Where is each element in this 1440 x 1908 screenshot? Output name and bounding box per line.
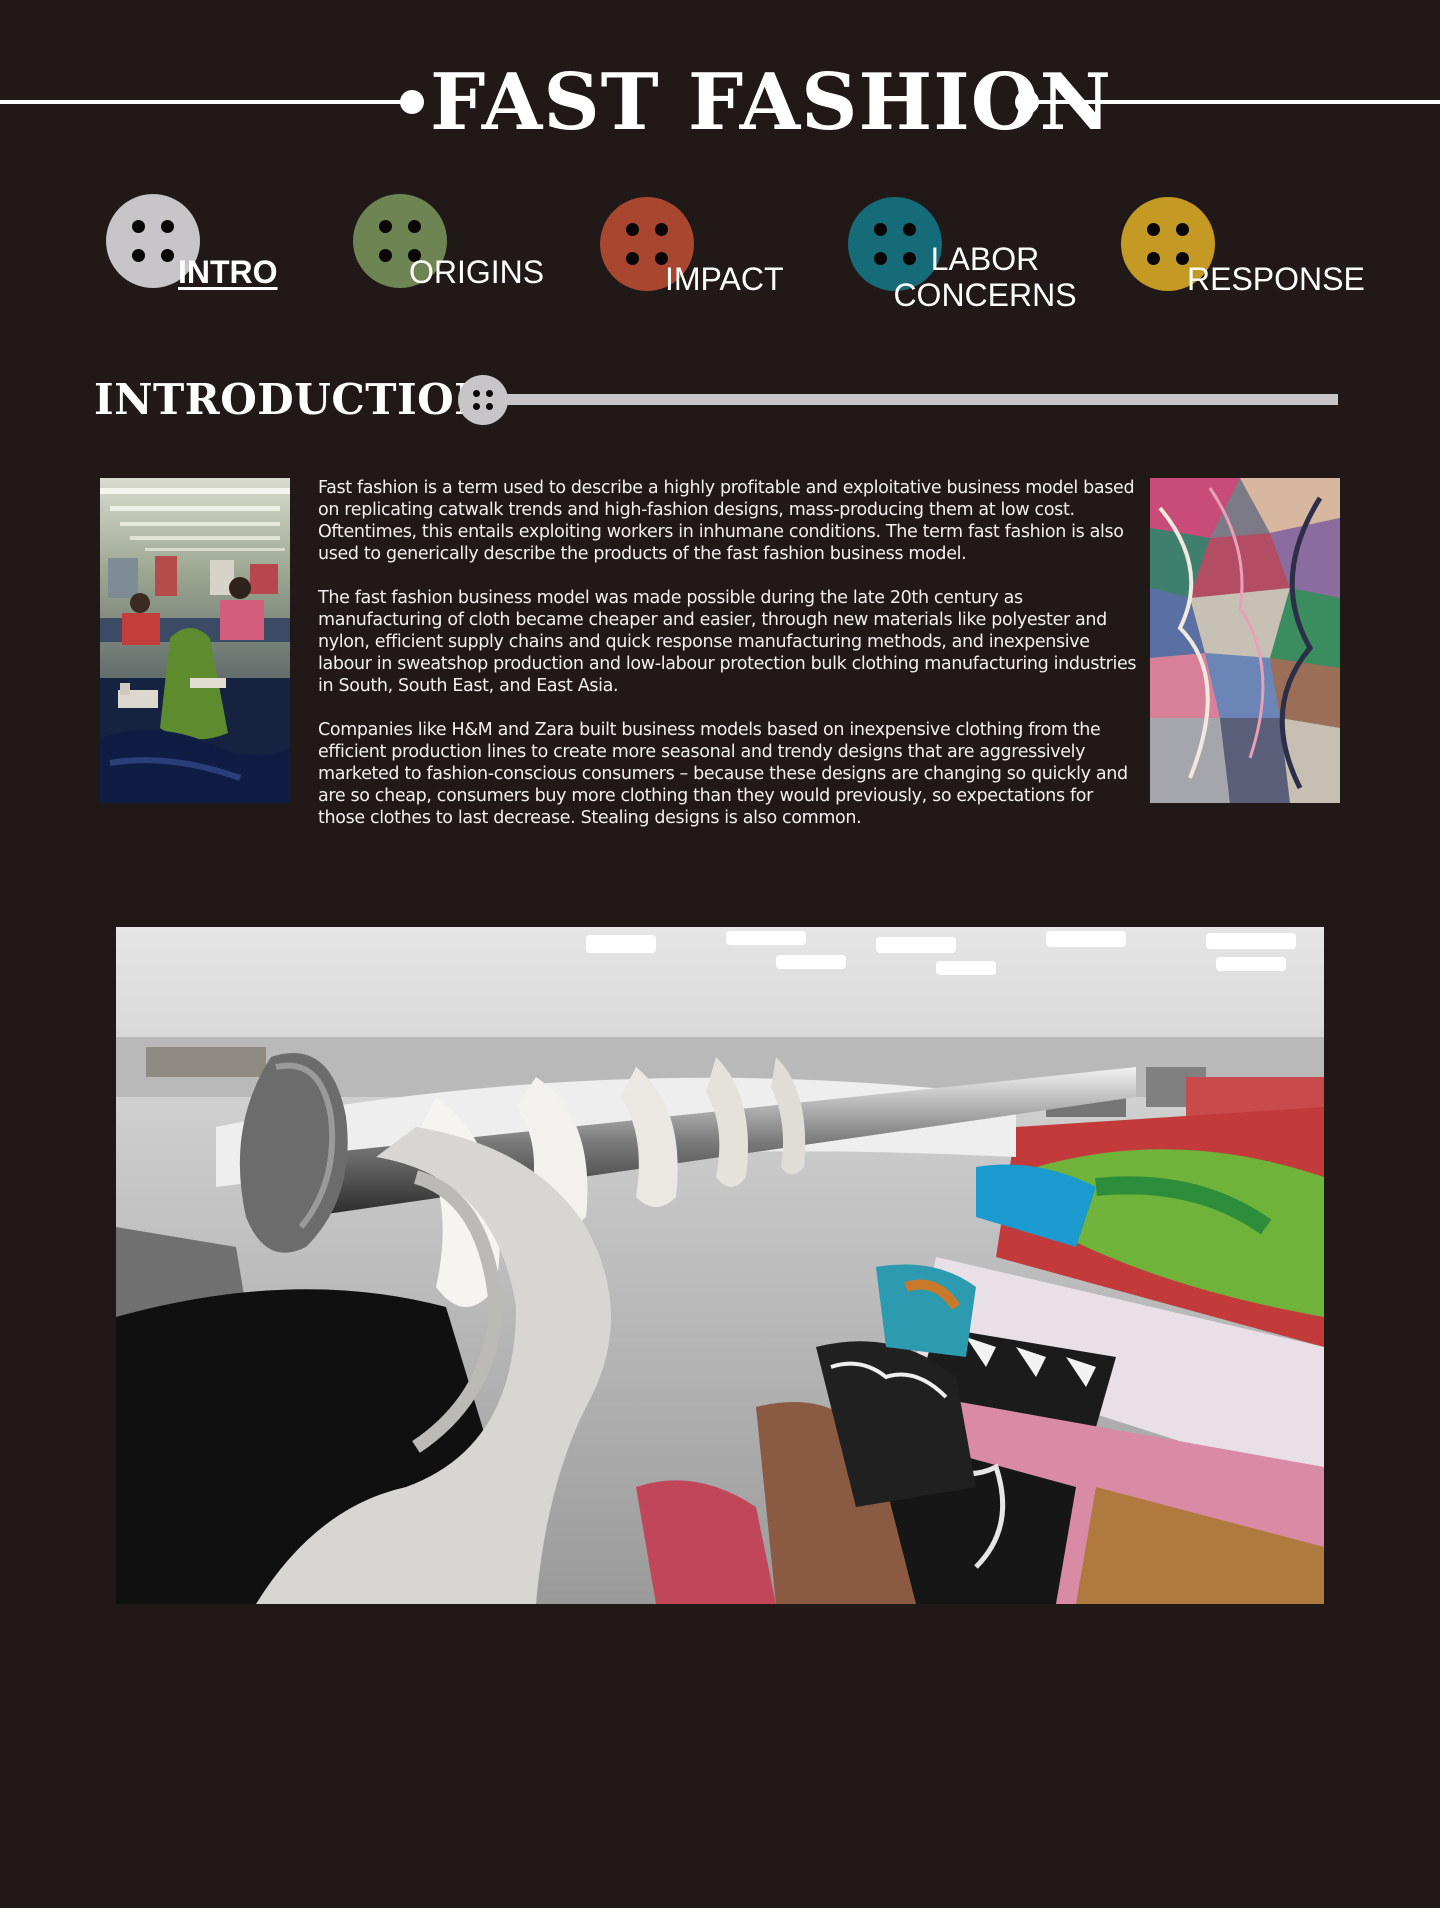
- intro-text: Fast fashion is a term used to describe …: [318, 477, 1138, 851]
- header-dot-left: [400, 90, 424, 114]
- nav-item-labor-concerns[interactable]: LABOR CONCERNS: [848, 197, 1080, 327]
- nav-label-intro[interactable]: INTRO: [178, 254, 278, 290]
- garment-factory-image: [100, 478, 290, 803]
- header-dot-right: [1015, 90, 1039, 114]
- nav-label-labor-concerns[interactable]: LABOR CONCERNS: [892, 241, 1078, 313]
- nav-label-impact[interactable]: IMPACT: [665, 261, 784, 297]
- section-title: INTRODUCTION: [94, 375, 494, 424]
- nav-label-origins[interactable]: ORIGINS: [409, 254, 544, 290]
- intro-paragraph: Companies like H&M and Zara built busine…: [318, 720, 1128, 828]
- header-rule-right: [1038, 100, 1440, 104]
- page-title: FAST FASHION: [430, 57, 1112, 148]
- page-header: FAST FASHION: [0, 0, 1440, 160]
- clothing-rack-image: [116, 927, 1324, 1604]
- section-button-icon: [458, 375, 508, 425]
- nav-item-intro[interactable]: INTRO: [106, 194, 286, 294]
- intro-paragraph: The fast fashion business model was made…: [318, 588, 1137, 696]
- intro-paragraph: Fast fashion is a term used to describe …: [318, 478, 1135, 564]
- nav-label-response[interactable]: RESPONSE: [1187, 261, 1365, 297]
- section-rule: [505, 394, 1338, 405]
- textile-waste-image: [1150, 478, 1340, 803]
- nav-item-impact[interactable]: IMPACT: [600, 197, 800, 302]
- nav-item-response[interactable]: RESPONSE: [1121, 197, 1366, 302]
- header-rule-left: [0, 100, 405, 104]
- nav-item-origins[interactable]: ORIGINS: [353, 194, 553, 294]
